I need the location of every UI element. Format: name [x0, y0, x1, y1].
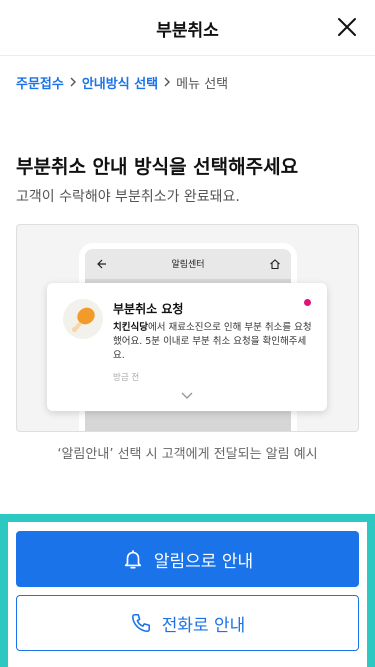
unread-dot [304, 299, 311, 306]
notify-by-alert-label: 알림으로 안내 [153, 551, 254, 572]
page-title: 부분취소 [156, 21, 219, 41]
breadcrumb: 주문접수 안내방식 선택 메뉴 선택 [16, 72, 228, 92]
notify-by-alert-button[interactable]: 알림으로 안내 [16, 531, 359, 587]
phone-app-bar: 알림센터 [85, 249, 291, 279]
notification-title: 부분취소 요청 [113, 302, 184, 316]
notification-preview: 알림센터 부분취소 요청 치킨식당에서 재료소진으로 인해 부분 취소를 요청했… [16, 224, 359, 432]
notify-by-phone-button[interactable]: 전화로 안내 [16, 595, 359, 651]
notification-card: 부분취소 요청 치킨식당에서 재료소진으로 인해 부분 취소를 요청했어요. 5… [47, 283, 327, 411]
preview-caption: ‘알림안내’ 선택 시 고객에게 전달되는 알림 예시 [57, 447, 318, 462]
chicken-drumstick-icon [63, 299, 103, 339]
chevron-down-icon [181, 392, 193, 399]
action-buttons: 알림으로 안내 전화로 안내 [8, 522, 367, 667]
section-subline: 고객이 수락해야 부분취소가 완료돼요. [16, 189, 240, 205]
notify-by-phone-label: 전화로 안내 [161, 615, 246, 636]
phone-icon [131, 613, 150, 633]
bell-icon [124, 550, 142, 569]
action-area: 알림으로 안내 전화로 안내 [0, 514, 375, 667]
header: 부분취소 [0, 0, 375, 56]
notification-time: 방금 전 [113, 373, 140, 383]
store-name: 치킨식당 [113, 322, 148, 333]
phone-screen-title: 알림센터 [171, 260, 205, 270]
home-icon [270, 259, 280, 270]
breadcrumb-step-guide-method[interactable]: 안내방식 선택 [82, 73, 158, 92]
notification-body: 치킨식당에서 재료소진으로 인해 부분 취소를 요청했어요. 5분 이내로 부분… [113, 321, 313, 363]
section-headline: 부분취소 안내 방식을 선택해주세요 [16, 156, 299, 178]
breadcrumb-step-order-received[interactable]: 주문접수 [16, 73, 64, 92]
close-icon[interactable] [335, 15, 359, 39]
chevron-right-icon [164, 77, 171, 87]
breadcrumb-step-menu-select: 메뉴 선택 [176, 76, 229, 92]
chevron-right-icon [70, 77, 76, 87]
